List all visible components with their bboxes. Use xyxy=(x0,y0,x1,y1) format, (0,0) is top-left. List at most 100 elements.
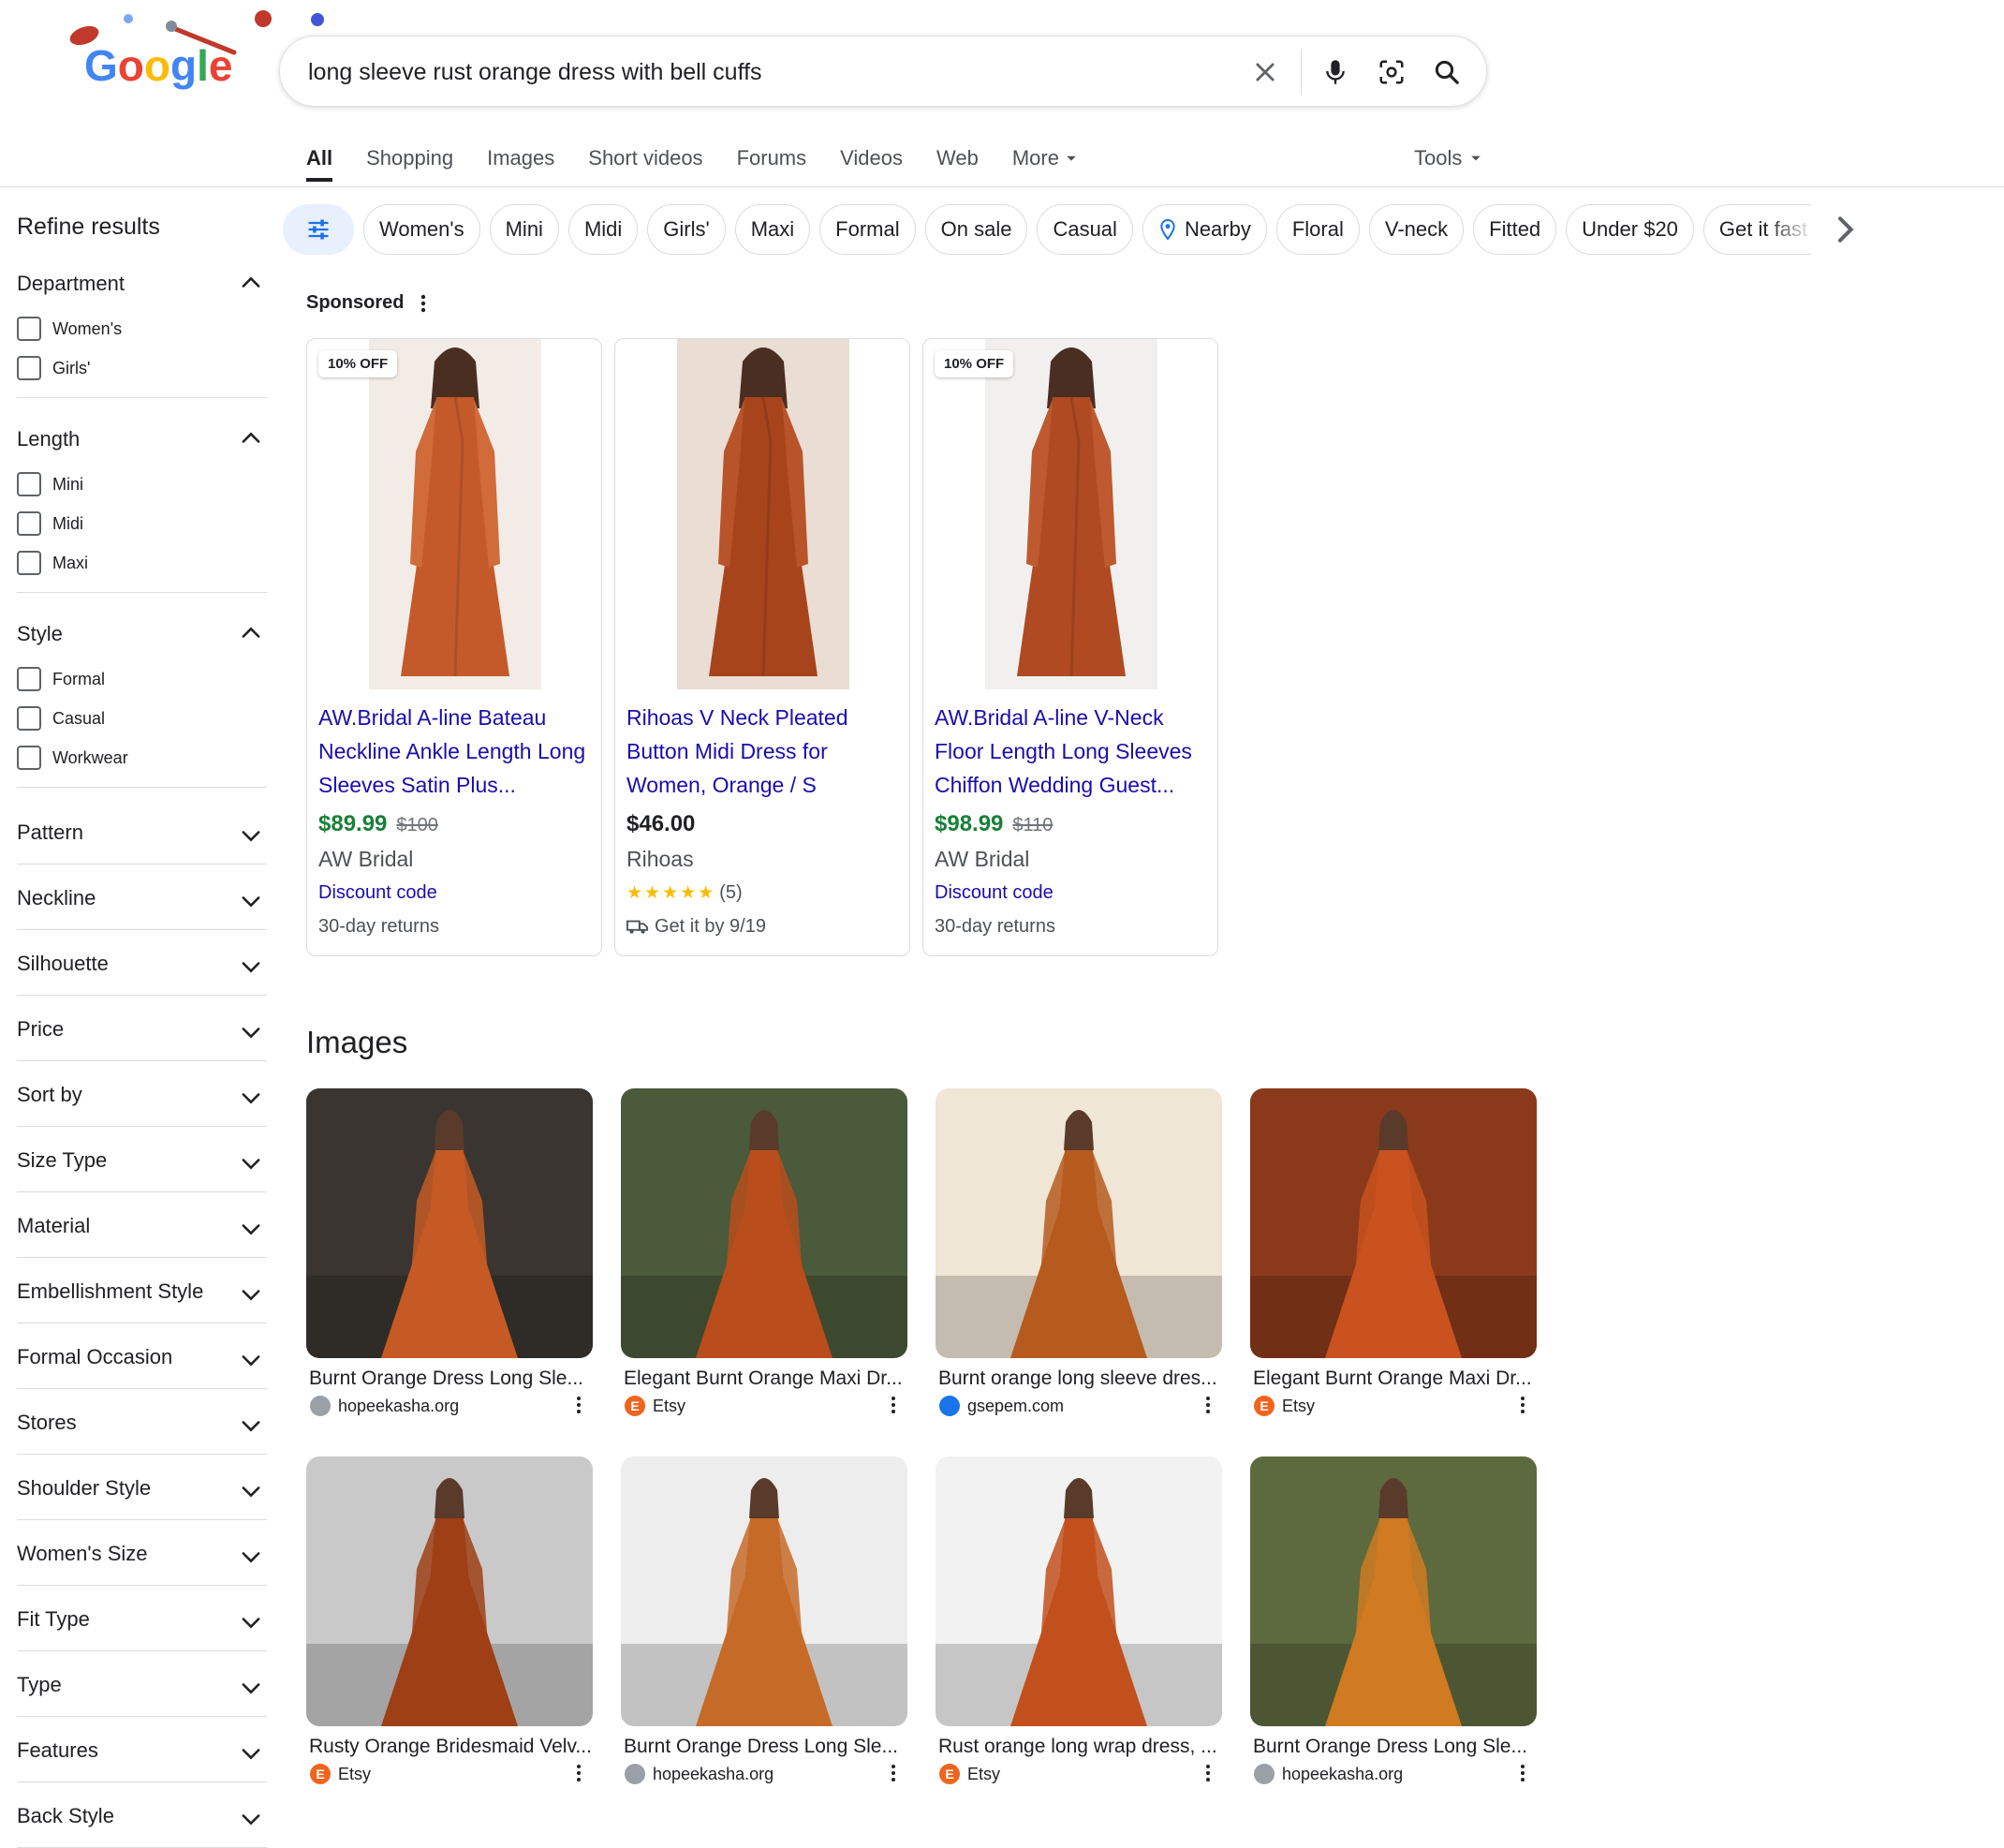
image-caption[interactable]: Burnt orange long sleeve dres... xyxy=(936,1368,1222,1390)
tools-button[interactable]: Tools xyxy=(1414,146,1482,170)
checkbox[interactable] xyxy=(17,511,41,536)
facet-title[interactable]: Back Style xyxy=(17,1804,114,1828)
image-result-card[interactable]: Elegant Burnt Orange Maxi Dr... E Etsy xyxy=(1250,1088,1537,1416)
product-card[interactable]: 10% OFF AW.Bridal A-line V-Neck Floor Len… xyxy=(922,338,1218,956)
image-thumbnail[interactable] xyxy=(1250,1456,1537,1726)
filter-chip[interactable]: Under $20 xyxy=(1566,204,1694,255)
facet-expand-button[interactable] xyxy=(238,1019,264,1045)
tab-shopping[interactable]: Shopping xyxy=(366,140,453,182)
image-caption[interactable]: Elegant Burnt Orange Maxi Dr... xyxy=(1250,1368,1537,1390)
facet-collapse-department[interactable] xyxy=(238,270,264,296)
facet-expand-button[interactable] xyxy=(238,1216,264,1242)
tab-images[interactable]: Images xyxy=(487,140,554,182)
facet-expand-button[interactable] xyxy=(238,822,264,849)
image-source[interactable]: E Etsy xyxy=(621,1396,907,1416)
checkbox[interactable] xyxy=(17,551,41,575)
filter-chip[interactable]: Mini xyxy=(489,204,559,255)
facet-option[interactable]: Formal xyxy=(17,667,105,691)
checkbox[interactable] xyxy=(17,706,41,731)
facet-title-department[interactable]: Department xyxy=(17,272,125,296)
filter-chip[interactable]: Fitted xyxy=(1473,204,1557,255)
filter-chip[interactable]: Formal xyxy=(819,204,916,255)
checkbox[interactable] xyxy=(17,667,41,691)
more-vert-icon[interactable] xyxy=(420,293,426,314)
facet-title[interactable]: Price xyxy=(17,1017,64,1042)
tab-more[interactable]: More xyxy=(1012,140,1078,182)
image-caption[interactable]: Rust orange long wrap dress, ... xyxy=(936,1736,1222,1758)
facet-expand-button[interactable] xyxy=(238,1544,264,1570)
facet-option[interactable]: Casual xyxy=(17,706,105,731)
clear-search-button[interactable] xyxy=(1245,52,1286,93)
filter-chip[interactable]: Girls' xyxy=(647,204,726,255)
filter-chip[interactable]: On sale xyxy=(924,204,1028,255)
product-title-link[interactable]: Rihoas V Neck Pleated Button Midi Dress … xyxy=(626,701,900,802)
image-caption[interactable]: Burnt Orange Dress Long Sle... xyxy=(306,1368,593,1390)
facet-option[interactable]: Women's xyxy=(17,317,122,341)
filter-chip[interactable]: V-neck xyxy=(1368,204,1465,255)
image-thumbnail[interactable] xyxy=(1250,1088,1537,1358)
facet-expand-button[interactable] xyxy=(238,1478,264,1504)
product-image-frame[interactable] xyxy=(985,339,1157,689)
image-source[interactable]: hopeekasha.org xyxy=(306,1396,593,1416)
facet-expand-button[interactable] xyxy=(238,1281,264,1308)
image-thumbnail[interactable] xyxy=(621,1088,907,1358)
facet-title[interactable]: Material xyxy=(17,1214,90,1238)
tab-forums[interactable]: Forums xyxy=(737,140,807,182)
facet-title-length[interactable]: Length xyxy=(17,427,80,451)
search-input[interactable] xyxy=(306,52,1246,93)
facet-option[interactable]: Midi xyxy=(17,511,83,536)
checkbox[interactable] xyxy=(17,746,41,770)
image-source[interactable]: E Etsy xyxy=(1250,1396,1537,1416)
facet-title[interactable]: Formal Occasion xyxy=(17,1345,172,1369)
checkbox[interactable] xyxy=(17,317,41,341)
facet-expand-button[interactable] xyxy=(238,1347,264,1373)
product-card[interactable]: Rihoas V Neck Pleated Button Midi Dress … xyxy=(614,338,910,956)
image-result-card[interactable]: Burnt Orange Dress Long Sle... hopeekasha… xyxy=(306,1088,593,1416)
google-doodle-logo[interactable]: Google xyxy=(56,7,281,101)
facet-title[interactable]: Stores xyxy=(17,1411,77,1435)
image-result-card[interactable]: Elegant Burnt Orange Maxi Dr... E Etsy xyxy=(621,1088,907,1416)
filter-chip[interactable]: Midi xyxy=(567,204,639,255)
facet-title[interactable]: Size Type xyxy=(17,1148,107,1173)
facet-expand-button[interactable] xyxy=(238,1150,264,1176)
facet-expand-button[interactable] xyxy=(238,1412,264,1439)
more-options-button[interactable] xyxy=(1205,1396,1213,1416)
image-thumbnail[interactable] xyxy=(936,1088,1222,1358)
tab-all[interactable]: All xyxy=(306,140,333,182)
facet-collapse-style[interactable] xyxy=(238,620,264,646)
facet-title[interactable]: Women's Size xyxy=(17,1542,148,1566)
facet-expand-button[interactable] xyxy=(238,1740,264,1767)
filter-chip[interactable]: Maxi xyxy=(734,204,811,255)
facet-expand-button[interactable] xyxy=(238,1085,264,1111)
product-image-frame[interactable] xyxy=(369,339,541,689)
image-source[interactable]: gsepem.com xyxy=(936,1396,1222,1416)
discount-code-link[interactable]: Discount code xyxy=(318,882,437,904)
voice-search-button[interactable] xyxy=(1315,52,1356,93)
facet-title[interactable]: Type xyxy=(17,1673,62,1697)
product-card[interactable]: 10% OFF AW.Bridal A-line Bateau Neckline … xyxy=(306,338,602,956)
search-button[interactable] xyxy=(1426,52,1467,93)
checkbox[interactable] xyxy=(17,472,41,496)
more-options-button[interactable] xyxy=(576,1396,583,1416)
facet-title-style[interactable]: Style xyxy=(17,622,63,646)
facet-option[interactable]: Maxi xyxy=(17,551,88,575)
filter-chip[interactable]: Get it fast xyxy=(1702,204,1812,255)
facet-option[interactable]: Girls' xyxy=(17,356,90,380)
product-title-link[interactable]: AW.Bridal A-line V-Neck Floor Length Lon… xyxy=(935,701,1208,802)
checkbox[interactable] xyxy=(17,356,41,380)
facet-title[interactable]: Features xyxy=(17,1738,98,1763)
tab-web[interactable]: Web xyxy=(936,140,979,182)
image-result-card[interactable]: Rusty Orange Bridesmaid Velv... E Etsy xyxy=(306,1456,593,1784)
image-search-button[interactable] xyxy=(1371,52,1412,93)
tab-videos[interactable]: Videos xyxy=(840,140,903,182)
facet-expand-button[interactable] xyxy=(238,954,264,980)
image-thumbnail[interactable] xyxy=(621,1456,907,1726)
facet-title[interactable]: Fit Type xyxy=(17,1607,90,1632)
image-caption[interactable]: Burnt Orange Dress Long Sle... xyxy=(1250,1736,1537,1758)
facet-title[interactable]: Embellishment Style xyxy=(17,1279,203,1304)
image-thumbnail[interactable] xyxy=(306,1088,593,1358)
facet-title[interactable]: Neckline xyxy=(17,886,96,910)
product-image-frame[interactable] xyxy=(677,339,849,689)
facet-expand-button[interactable] xyxy=(238,1609,264,1635)
filter-chip[interactable]: Floral xyxy=(1275,204,1360,255)
